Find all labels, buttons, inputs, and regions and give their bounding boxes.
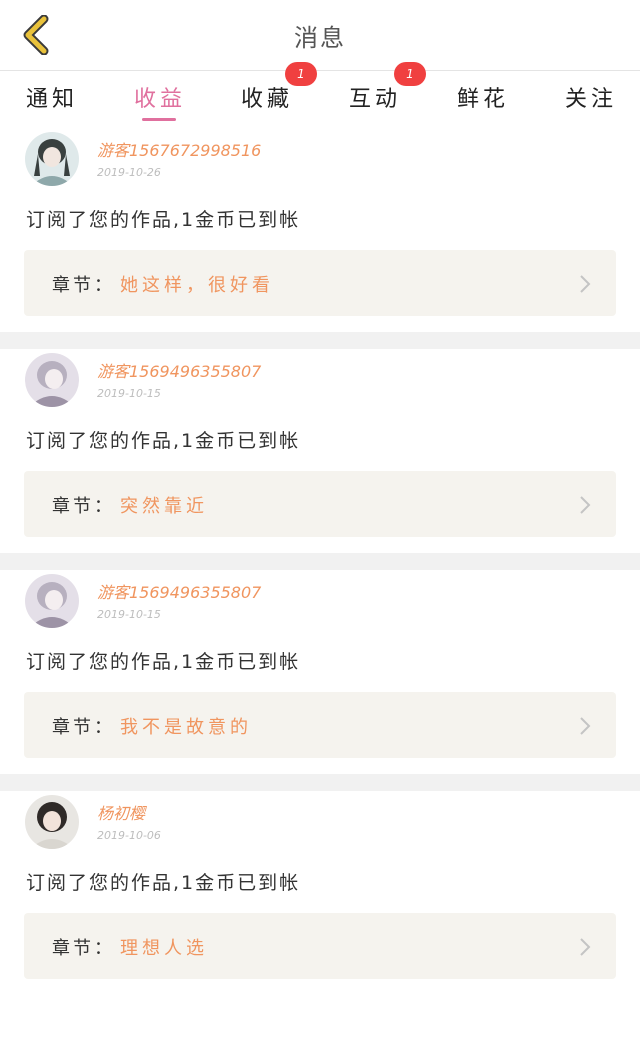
active-tab-indicator (142, 118, 176, 121)
user-name[interactable]: 杨初樱 (97, 800, 145, 824)
chapter-label: 章节： (52, 275, 115, 296)
tab-bar: 通知 收益 收藏 1 互动 1 鲜花 关注 (0, 62, 640, 127)
chevron-right-icon (580, 938, 591, 956)
list-item: 游客1567672998516 2019-10-26 订阅了您的作品,1金币已到… (0, 128, 640, 332)
user-name[interactable]: 游客1569496355807 (97, 358, 261, 382)
chapter-label: 章节： (52, 938, 115, 959)
chapter-link[interactable]: 章节： 理想人选 (24, 913, 616, 979)
avatar[interactable] (25, 132, 79, 186)
list-item: 游客1569496355807 2019-10-15 订阅了您的作品,1金币已到… (0, 349, 640, 553)
divider (0, 553, 640, 570)
list-item: 杨初樱 2019-10-06 订阅了您的作品,1金币已到帐 章节： 理想人选 (0, 791, 640, 995)
message-text: 订阅了您的作品,1金币已到帐 (26, 209, 301, 231)
favorites-badge: 1 (285, 62, 317, 86)
message-date: 2019-10-15 (97, 387, 161, 400)
chapter-title: 她这样，很好看 (120, 275, 274, 296)
message-date: 2019-10-26 (97, 166, 161, 179)
chapter-title: 理想人选 (120, 938, 208, 959)
tab-interactions[interactable]: 互动 (349, 81, 401, 113)
chapter-link[interactable]: 章节： 她这样，很好看 (24, 250, 616, 316)
top-bar: 消息 (0, 0, 640, 71)
avatar[interactable] (25, 353, 79, 407)
page-title: 消息 (294, 24, 346, 52)
chapter-link[interactable]: 章节： 我不是故意的 (24, 692, 616, 758)
chevron-right-icon (580, 496, 591, 514)
message-date: 2019-10-06 (97, 829, 161, 842)
chapter-label: 章节： (52, 496, 115, 517)
chapter-title: 我不是故意的 (120, 717, 252, 738)
tab-notifications[interactable]: 通知 (26, 81, 78, 113)
user-name[interactable]: 游客1569496355807 (97, 579, 261, 603)
message-date: 2019-10-15 (97, 608, 161, 621)
tab-following[interactable]: 关注 (565, 81, 617, 113)
chapter-title: 突然靠近 (120, 496, 208, 517)
tab-flowers[interactable]: 鲜花 (457, 81, 509, 113)
tab-earnings[interactable]: 收益 (134, 81, 186, 113)
avatar[interactable] (25, 795, 79, 849)
list-item: 游客1569496355807 2019-10-15 订阅了您的作品,1金币已到… (0, 570, 640, 774)
message-text: 订阅了您的作品,1金币已到帐 (26, 872, 301, 894)
divider (0, 332, 640, 349)
divider (0, 774, 640, 791)
avatar[interactable] (25, 574, 79, 628)
earnings-list: 游客1567672998516 2019-10-26 订阅了您的作品,1金币已到… (0, 128, 640, 995)
user-name[interactable]: 游客1567672998516 (97, 137, 261, 161)
chapter-link[interactable]: 章节： 突然靠近 (24, 471, 616, 537)
chapter-label: 章节： (52, 717, 115, 738)
tab-favorites[interactable]: 收藏 (241, 81, 293, 113)
message-text: 订阅了您的作品,1金币已到帐 (26, 430, 301, 452)
chevron-right-icon (580, 275, 591, 293)
message-text: 订阅了您的作品,1金币已到帐 (26, 651, 301, 673)
interactions-badge: 1 (394, 62, 426, 86)
chevron-right-icon (580, 717, 591, 735)
